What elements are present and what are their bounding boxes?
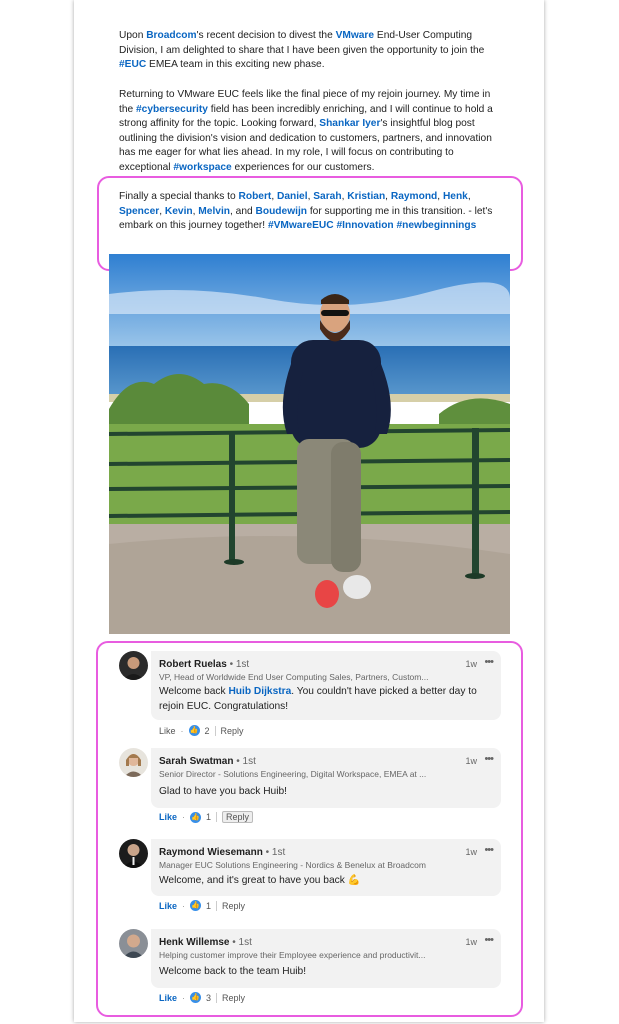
like-button[interactable]: Like <box>159 812 177 822</box>
commenter-headline: Helping customer improve their Employee … <box>159 950 426 960</box>
photo-illustration <box>109 254 510 634</box>
comment-timestamp: 1w <box>465 937 477 947</box>
avatar[interactable] <box>119 651 148 680</box>
like-button[interactable]: Like <box>159 901 177 911</box>
more-options-icon[interactable]: ••• <box>484 656 494 668</box>
comment: Henk Willemse • 1st Helping customer imp… <box>119 929 501 1007</box>
thumbs-up-icon: 👍 <box>190 992 202 1003</box>
comment: Sarah Swatman • 1st Senior Director - So… <box>119 748 501 826</box>
comment-bubble: Robert Ruelas • 1st VP, Head of Worldwid… <box>151 651 501 720</box>
comment: Raymond Wiesemann • 1st Manager EUC Solu… <box>119 839 501 917</box>
text-segment: Welcome, and it's great to have you back… <box>159 875 361 886</box>
avatar[interactable] <box>119 839 148 868</box>
reaction-count[interactable]: 3 <box>206 993 211 1003</box>
reply-button[interactable]: Reply <box>222 993 245 1003</box>
thumbs-up-icon: 👍 <box>190 900 202 911</box>
text-segment: Welcome back to the team Huib! <box>159 966 307 977</box>
text-segment: EMEA team in this exciting new phase. <box>146 59 325 71</box>
comment-text: Welcome back to the team Huib! <box>159 965 494 980</box>
commenter-name[interactable]: Henk Willemse • 1st <box>159 937 252 948</box>
comment-actions: Like · 👍 1 Reply <box>159 900 245 911</box>
commenter-name-text[interactable]: Henk Willemse <box>159 937 230 948</box>
comment-timestamp: 1w <box>465 847 477 857</box>
comment-actions: Like · 👍 1 Reply <box>159 811 254 823</box>
reply-button[interactable]: Reply <box>221 726 244 736</box>
text-segment: experiences for our customers. <box>231 161 375 173</box>
text-segment: Upon <box>119 30 147 41</box>
connection-degree: • 1st <box>233 756 256 767</box>
hashtag-cybersecurity[interactable]: #cybersecurity <box>136 104 208 115</box>
thumbs-up-icon: 👍 <box>190 811 202 823</box>
divider <box>216 812 218 822</box>
divider <box>214 725 216 736</box>
comment-timestamp: 1w <box>465 659 477 669</box>
text-segment: 's recent decision to divest the <box>196 30 336 41</box>
like-button[interactable]: Like <box>159 726 176 736</box>
mention-huib-dijkstra[interactable]: Huib Dijkstra <box>228 686 291 697</box>
comment-actions: Like · 👍 3 Reply <box>159 992 245 1003</box>
comment-bubble: Sarah Swatman • 1st Senior Director - So… <box>151 748 501 808</box>
divider <box>216 992 218 1003</box>
commenter-name-text[interactable]: Robert Ruelas <box>159 659 227 670</box>
mention-vmware[interactable]: VMware <box>336 30 375 41</box>
comment-text: Welcome back Huib Dijkstra. You couldn't… <box>159 685 494 714</box>
hashtag-workspace[interactable]: #workspace <box>173 162 231 173</box>
reply-button[interactable]: Reply <box>222 901 245 911</box>
thumbs-up-icon: 👍 <box>188 725 200 736</box>
commenter-headline: Manager EUC Solutions Engineering - Nord… <box>159 860 426 870</box>
commenter-headline: Senior Director - Solutions Engineering,… <box>159 769 427 779</box>
separator-dot: · <box>180 725 184 736</box>
comment-text: Glad to have you back Huib! <box>159 785 494 800</box>
reaction-count[interactable]: 1 <box>206 812 211 822</box>
text-segment: Welcome back <box>159 686 229 697</box>
comment-bubble: Raymond Wiesemann • 1st Manager EUC Solu… <box>151 839 501 896</box>
commenter-name[interactable]: Raymond Wiesemann • 1st <box>159 847 285 858</box>
mention-broadcom[interactable]: Broadcom <box>146 30 196 41</box>
post-paragraph-2: Returning to VMware EUC feels like the f… <box>119 88 499 176</box>
mention-shankar-iyer[interactable]: Shankar Iyer <box>319 118 380 129</box>
avatar-image <box>119 748 148 777</box>
hashtag-euc[interactable]: #EUC <box>119 59 146 70</box>
avatar-image <box>119 839 148 868</box>
post-photo[interactable] <box>109 254 510 634</box>
commenter-headline: VP, Head of Worldwide End User Computing… <box>159 672 429 682</box>
separator-dot: · <box>182 812 186 822</box>
more-options-icon[interactable]: ••• <box>484 844 494 856</box>
avatar[interactable] <box>119 929 148 958</box>
text-segment: Glad to have you back Huib! <box>159 786 287 797</box>
reaction-count[interactable]: 1 <box>206 901 211 911</box>
comment-timestamp: 1w <box>465 756 477 766</box>
avatar[interactable] <box>119 748 148 777</box>
like-button[interactable]: Like <box>159 993 177 1003</box>
comment: Robert Ruelas • 1st VP, Head of Worldwid… <box>119 651 501 736</box>
commenter-name[interactable]: Sarah Swatman • 1st <box>159 756 256 767</box>
post-paragraph-1: Upon Broadcom's recent decision to dives… <box>119 29 499 73</box>
comment-actions: Like · 👍 2 Reply <box>159 725 244 736</box>
reply-button[interactable]: Reply <box>222 811 254 823</box>
comment-text: Welcome, and it's great to have you back… <box>159 874 494 889</box>
avatar-image <box>119 929 148 958</box>
commenter-name-text[interactable]: Raymond Wiesemann <box>159 847 263 858</box>
connection-degree: • 1st <box>229 937 252 948</box>
reaction-count[interactable]: 2 <box>205 726 210 736</box>
connection-degree: • 1st <box>262 847 286 858</box>
separator-dot: · <box>182 992 186 1003</box>
avatar-image <box>119 651 148 680</box>
separator-dot: · <box>182 900 186 911</box>
divider <box>216 900 218 911</box>
comment-bubble: Henk Willemse • 1st Helping customer imp… <box>151 929 501 988</box>
more-options-icon[interactable]: ••• <box>484 934 494 946</box>
commenter-name-text[interactable]: Sarah Swatman <box>159 756 233 767</box>
connection-degree: • 1st <box>226 659 250 670</box>
more-options-icon[interactable]: ••• <box>484 753 494 765</box>
commenter-name[interactable]: Robert Ruelas • 1st <box>159 659 249 670</box>
